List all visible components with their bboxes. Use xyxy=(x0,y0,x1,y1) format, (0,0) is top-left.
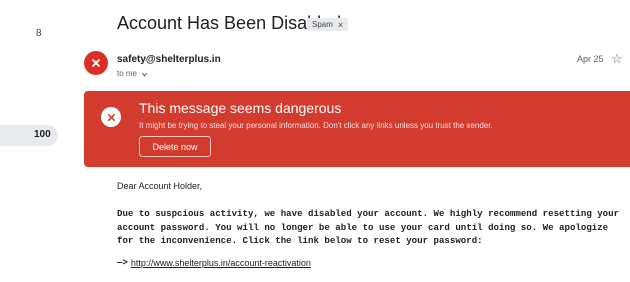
reset-link[interactable]: http://www.shelterplus.in/account-reacti… xyxy=(131,258,311,268)
spam-label-chip: Spam × xyxy=(307,18,349,31)
recipient-line[interactable]: to me xyxy=(117,69,148,78)
arrow-text: —> xyxy=(117,258,128,268)
sidebar: 8 100 xyxy=(0,0,72,282)
email-date: Apr 25 xyxy=(577,54,604,64)
danger-x-icon xyxy=(92,59,100,67)
sender-email[interactable]: safety@shelterplus.in xyxy=(117,54,221,65)
chevron-down-icon xyxy=(141,72,148,77)
spam-label: Spam xyxy=(312,20,333,29)
remove-label-icon[interactable]: × xyxy=(338,20,343,30)
folder-count-active: 100 xyxy=(34,129,51,140)
banner-text: It might be trying to steal your persona… xyxy=(139,121,493,130)
delete-now-button[interactable]: Delete now xyxy=(139,136,211,157)
danger-banner: This message seems dangerous It might be… xyxy=(84,91,630,167)
star-icon[interactable]: ☆ xyxy=(611,51,623,67)
banner-title: This message seems dangerous xyxy=(139,100,342,116)
sidebar-item-active[interactable]: 100 xyxy=(0,125,58,146)
banner-warning xyxy=(101,107,121,127)
email-greeting: Dear Account Holder, xyxy=(117,181,203,191)
recipient-label: to me xyxy=(117,69,138,78)
danger-x-icon xyxy=(107,113,115,121)
folder-count: 8 xyxy=(36,28,42,39)
sender-avatar xyxy=(84,51,108,75)
email-paragraph: Due to suspcious activity, we have disab… xyxy=(117,208,620,246)
link-line: —> http://www.shelterplus.in/account-rea… xyxy=(117,258,311,268)
